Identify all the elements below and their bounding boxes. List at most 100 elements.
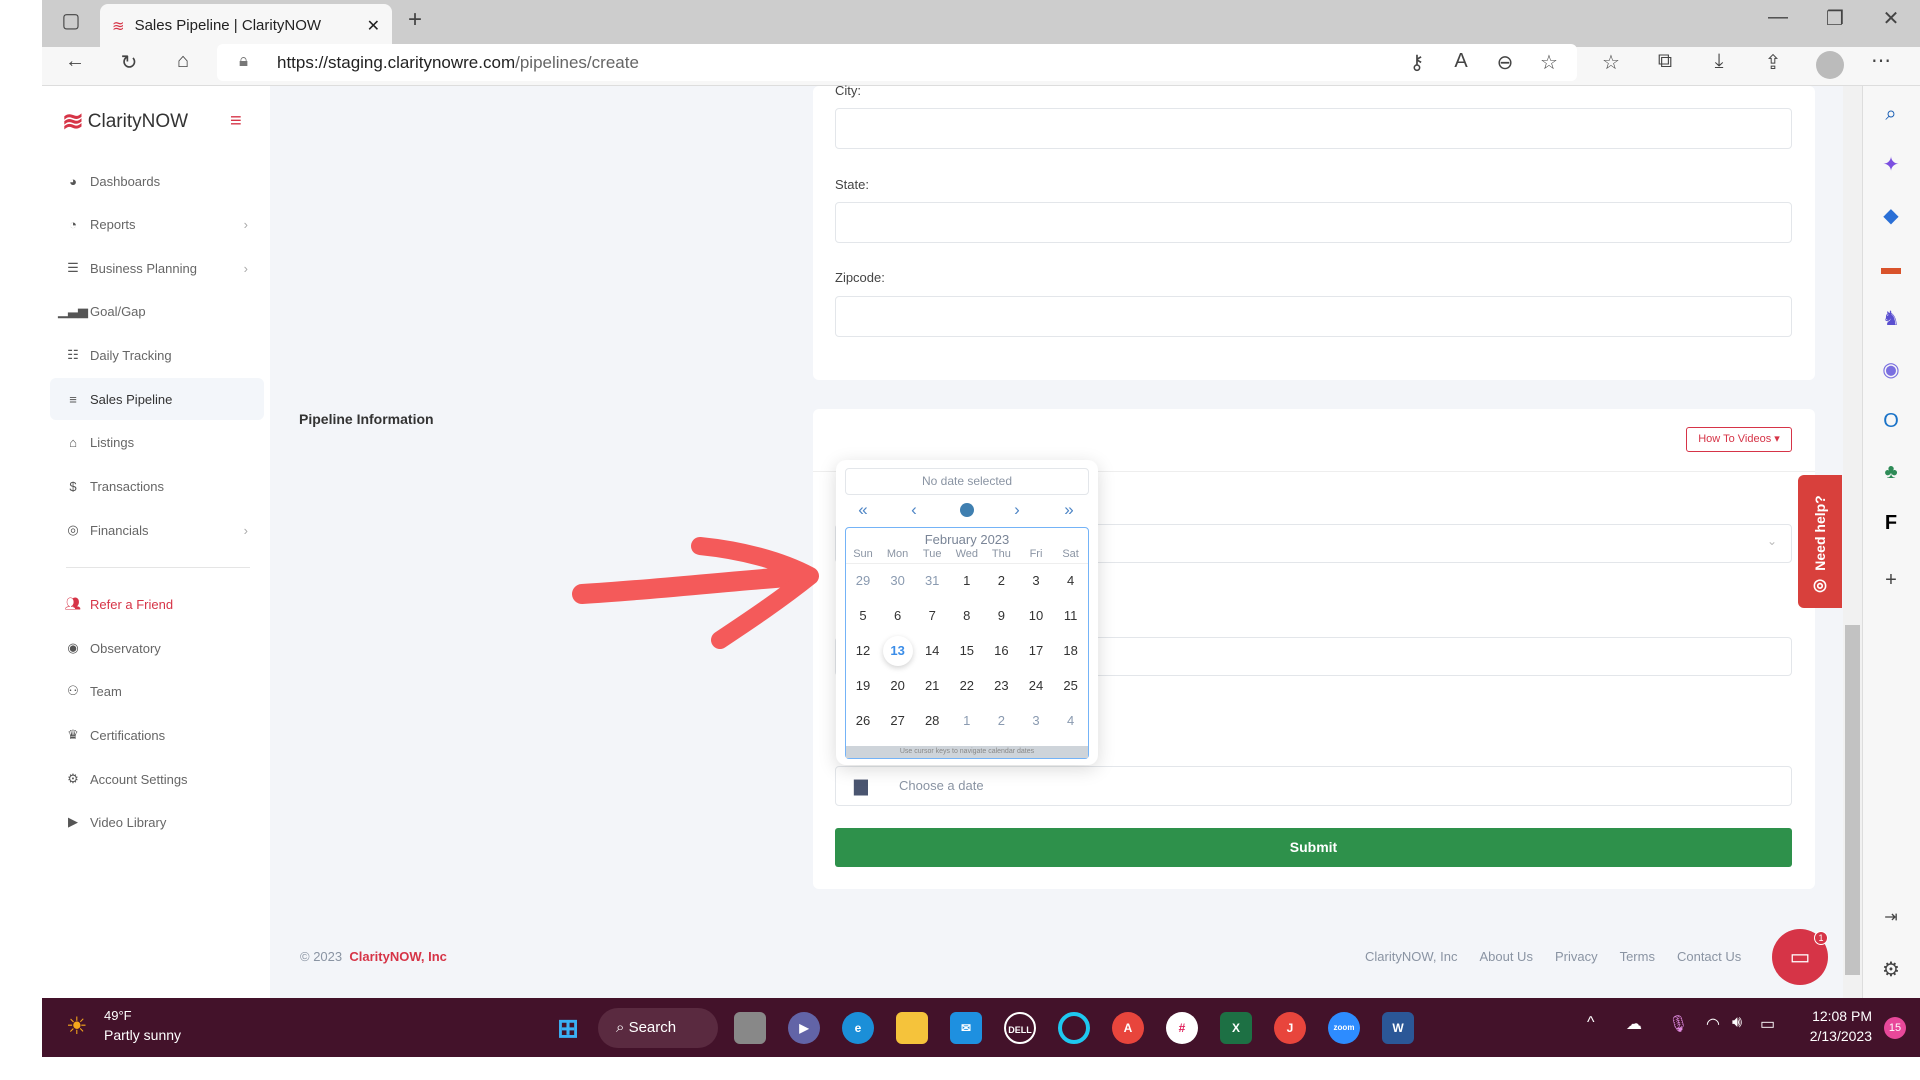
home-icon[interactable]: ⌂ bbox=[168, 50, 198, 73]
calendar-day[interactable]: 19 bbox=[846, 671, 880, 701]
calendar-day[interactable]: 18 bbox=[1054, 636, 1088, 666]
share-icon[interactable]: ⇪ bbox=[1758, 50, 1788, 75]
clock-time[interactable]: 12:08 PM bbox=[1804, 1008, 1872, 1024]
calendar-day[interactable]: 7 bbox=[915, 601, 949, 631]
volume-icon[interactable]: 🔊︎ bbox=[1732, 1014, 1742, 1032]
chrome-profile-j-icon[interactable]: J bbox=[1274, 1012, 1306, 1044]
calendar-day[interactable]: 3 bbox=[1019, 706, 1053, 736]
submit-button[interactable]: Submit bbox=[835, 828, 1792, 867]
calendar-day[interactable]: 23 bbox=[984, 671, 1018, 701]
date-input[interactable]: ▆ Choose a date bbox=[835, 766, 1792, 806]
footer-company-link[interactable]: ClarityNOW, Inc bbox=[349, 949, 447, 964]
microphone-icon[interactable]: 🎙︎ bbox=[1668, 1014, 1688, 1034]
previous-month-icon[interactable]: ‹ bbox=[899, 500, 929, 520]
footer-link-contact[interactable]: Contact Us bbox=[1677, 949, 1741, 964]
address-bar[interactable]: 🔒︎ https://staging.claritynowre.com/pipe… bbox=[217, 44, 1577, 81]
favorites-icon[interactable]: ☆ bbox=[1596, 50, 1626, 75]
next-year-icon[interactable]: » bbox=[1054, 500, 1084, 520]
mail-icon[interactable]: ✉ bbox=[950, 1012, 982, 1044]
calendar-day[interactable]: 27 bbox=[881, 706, 915, 736]
word-icon[interactable]: W bbox=[1382, 1012, 1414, 1044]
current-month-button[interactable] bbox=[960, 503, 974, 517]
sidebar-item-observatory[interactable]: ◉ Observatory bbox=[50, 627, 264, 669]
calendar-day[interactable]: 8 bbox=[950, 601, 984, 631]
sidebar-item-business-planning[interactable]: ☰ Business Planning › bbox=[50, 247, 264, 289]
state-input[interactable] bbox=[835, 202, 1792, 243]
tools-icon[interactable]: ▬ bbox=[1876, 253, 1906, 283]
sidebar-item-team[interactable]: ⚇ Team bbox=[50, 670, 264, 712]
dell-icon[interactable]: DELL bbox=[1004, 1012, 1036, 1044]
calendar-day[interactable]: 21 bbox=[915, 671, 949, 701]
footer-link-privacy[interactable]: Privacy bbox=[1555, 949, 1598, 964]
download-icon[interactable]: ⤓ bbox=[1704, 50, 1734, 73]
calendar-day[interactable]: 24 bbox=[1019, 671, 1053, 701]
calendar-day[interactable]: 15 bbox=[950, 636, 984, 666]
sidebar-item-transactions[interactable]: $ Transactions bbox=[50, 465, 264, 507]
sidebar-item-sales-pipeline[interactable]: ≡ Sales Pipeline bbox=[50, 378, 264, 420]
sidebar-item-daily-tracking[interactable]: ☷ Daily Tracking bbox=[50, 334, 264, 376]
back-icon[interactable]: ← bbox=[60, 50, 90, 73]
office-icon[interactable]: ◉ bbox=[1876, 355, 1906, 385]
taskbar-search[interactable]: ⌕ Search bbox=[598, 1008, 718, 1048]
scrollbar-thumb[interactable] bbox=[1845, 625, 1860, 975]
need-help-tab[interactable]: Need help? ◎ bbox=[1798, 475, 1842, 608]
calendar-day[interactable]: 1 bbox=[950, 706, 984, 736]
how-to-videos-button[interactable]: How To Videos ▾ bbox=[1686, 427, 1792, 452]
calendar-day[interactable]: 12 bbox=[846, 636, 880, 666]
search-icon[interactable]: ⌕ bbox=[1876, 99, 1906, 129]
calendar-day[interactable]: 28 bbox=[915, 706, 949, 736]
zipcode-input[interactable] bbox=[835, 296, 1792, 337]
collections-icon[interactable]: ⧉ bbox=[1650, 50, 1680, 73]
tree-icon[interactable]: ♣ bbox=[1876, 457, 1906, 487]
f-app-icon[interactable]: F bbox=[1876, 508, 1906, 538]
task-view-icon[interactable] bbox=[734, 1012, 766, 1044]
chat-button[interactable]: ▭ 1 bbox=[1772, 929, 1828, 985]
sidebar-item-goal-gap[interactable]: ▁▃▅ Goal/Gap bbox=[50, 290, 264, 332]
sidebar-item-financials[interactable]: ◎ Financials › bbox=[50, 509, 264, 551]
footer-link-company[interactable]: ClarityNOW, Inc bbox=[1365, 949, 1457, 964]
hamburger-menu-icon[interactable]: ≡ bbox=[230, 110, 242, 133]
calendar-day[interactable]: 29 bbox=[846, 566, 880, 596]
clock-date[interactable]: 2/13/2023 bbox=[1798, 1028, 1872, 1044]
more-menu-icon[interactable]: ⋯ bbox=[1866, 48, 1896, 73]
city-input[interactable] bbox=[835, 108, 1792, 149]
calendar-day[interactable]: 20 bbox=[881, 671, 915, 701]
footer-link-terms[interactable]: Terms bbox=[1620, 949, 1655, 964]
previous-year-icon[interactable]: « bbox=[848, 500, 878, 520]
read-aloud-icon[interactable]: A bbox=[1446, 50, 1476, 73]
calendar-day[interactable]: 6 bbox=[881, 601, 915, 631]
games-icon[interactable]: ♞ bbox=[1876, 304, 1906, 334]
add-icon[interactable]: + bbox=[1876, 565, 1906, 595]
calendar-day[interactable]: 1 bbox=[950, 566, 984, 596]
notification-badge[interactable]: 15 bbox=[1884, 1017, 1906, 1039]
settings-icon[interactable]: ⚙ bbox=[1876, 955, 1906, 985]
calendar-day[interactable]: 31 bbox=[915, 566, 949, 596]
wifi-icon[interactable]: ◠ bbox=[1706, 1014, 1720, 1034]
calendar-day[interactable]: 25 bbox=[1054, 671, 1088, 701]
slack-icon[interactable]: # bbox=[1166, 1012, 1198, 1044]
restore-icon[interactable]: ❐ bbox=[1820, 6, 1850, 31]
chrome-profile-a-icon[interactable]: A bbox=[1112, 1012, 1144, 1044]
split-screen-icon[interactable]: ⇥ bbox=[1876, 903, 1906, 933]
close-tab-icon[interactable]: ✕ bbox=[367, 16, 380, 36]
calendar-day-today[interactable]: 13 bbox=[882, 636, 913, 666]
calendar-day[interactable]: 2 bbox=[984, 566, 1018, 596]
edge-icon[interactable]: e bbox=[842, 1012, 874, 1044]
calendar-day[interactable]: 14 bbox=[915, 636, 949, 666]
show-hidden-icons[interactable]: ^ bbox=[1587, 1014, 1595, 1032]
sidebar-item-video-library[interactable]: ▶ Video Library bbox=[50, 801, 264, 843]
sidebar-item-account-settings[interactable]: ⚙ Account Settings bbox=[50, 758, 264, 800]
tab-actions-icon[interactable]: ▢ bbox=[56, 8, 86, 33]
sidebar-item-refer-a-friend[interactable]: 👥︎ Refer a Friend bbox=[50, 583, 264, 625]
calendar-day[interactable]: 30 bbox=[881, 566, 915, 596]
profile-avatar[interactable] bbox=[1816, 51, 1844, 79]
calendar-day[interactable]: 16 bbox=[984, 636, 1018, 666]
browser-tab[interactable]: ≋ Sales Pipeline | ClarityNOW ✕ bbox=[100, 4, 392, 47]
calendar-day[interactable]: 22 bbox=[950, 671, 984, 701]
sidebar-item-dashboards[interactable]: ◕ Dashboards bbox=[50, 160, 264, 202]
onedrive-icon[interactable]: ☁ bbox=[1626, 1014, 1642, 1034]
minimize-icon[interactable]: — bbox=[1763, 6, 1793, 29]
calendar-day[interactable]: 2 bbox=[984, 706, 1018, 736]
password-key-icon[interactable]: ⚷ bbox=[1402, 50, 1432, 75]
excel-icon[interactable]: X bbox=[1220, 1012, 1252, 1044]
